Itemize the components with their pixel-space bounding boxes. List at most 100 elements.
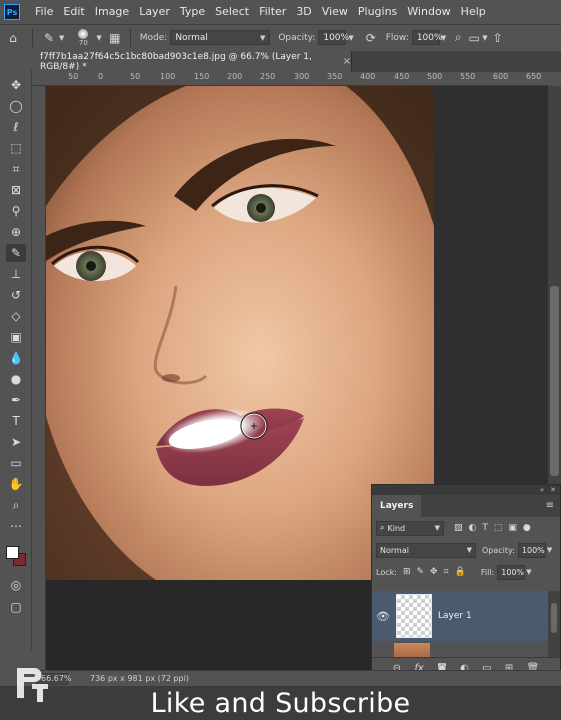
- kind-filter-value: Kind: [387, 523, 406, 533]
- rectangle-tool-icon[interactable]: ▭: [6, 454, 26, 472]
- fill-input[interactable]: 100%: [497, 564, 526, 580]
- crop-tool-icon[interactable]: ⌗: [6, 160, 26, 178]
- dodge-tool-icon[interactable]: ●: [6, 370, 26, 388]
- object-selection-tool-icon[interactable]: ⬚: [6, 139, 26, 157]
- menu-window[interactable]: Window: [402, 0, 455, 24]
- menu-view[interactable]: View: [317, 0, 353, 24]
- history-brush-tool-icon[interactable]: ↺: [6, 286, 26, 304]
- layer-name[interactable]: Layer 1: [438, 611, 472, 621]
- healing-brush-tool-icon[interactable]: ⊕: [6, 223, 26, 241]
- screen-mode-icon[interactable]: ▢: [6, 598, 26, 616]
- marquee-tool-icon[interactable]: ◯: [6, 97, 26, 115]
- menu-edit[interactable]: Edit: [58, 0, 89, 24]
- photoshop-logo[interactable]: Ps: [4, 4, 20, 20]
- workspace-icon[interactable]: ▭: [466, 31, 482, 45]
- menu-help[interactable]: Help: [456, 0, 491, 24]
- eyedropper-tool-icon[interactable]: ⚲: [6, 202, 26, 220]
- smart-object-filter-icon[interactable]: ▣: [508, 523, 517, 533]
- layer-row-layer-1[interactable]: 👁 Layer 1: [372, 591, 548, 641]
- lock-position-icon[interactable]: ✥: [430, 567, 438, 577]
- gradient-tool-icon[interactable]: ▣: [6, 328, 26, 346]
- scrollbar-thumb[interactable]: [551, 603, 557, 633]
- home-icon[interactable]: ⌂: [0, 31, 26, 45]
- chevron-down-icon[interactable]: ▼: [526, 568, 531, 576]
- banner-text: Like and Subscribe: [150, 688, 411, 719]
- menu-layer[interactable]: Layer: [134, 0, 175, 24]
- path-selection-tool-icon[interactable]: ➤: [6, 433, 26, 451]
- chevron-down-icon[interactable]: ▼: [96, 34, 101, 42]
- chevron-down-icon[interactable]: ▼: [348, 34, 353, 42]
- menu-image[interactable]: Image: [90, 0, 134, 24]
- shape-filter-icon[interactable]: ⬚: [494, 523, 503, 533]
- chevron-down-icon: ▼: [466, 546, 472, 554]
- lock-transparent-icon[interactable]: ⊞: [403, 567, 411, 577]
- menu-plugins[interactable]: Plugins: [353, 0, 402, 24]
- layers-scrollbar[interactable]: [548, 591, 560, 659]
- move-tool-icon[interactable]: ✥: [6, 76, 26, 94]
- opacity-label: Opacity:: [278, 32, 316, 43]
- lock-artboard-icon[interactable]: ⌗: [444, 567, 449, 577]
- flow-input[interactable]: 100%: [411, 30, 443, 45]
- menu-file[interactable]: File: [30, 0, 58, 24]
- foreground-color-swatch[interactable]: [6, 546, 19, 559]
- chevron-down-icon: ▼: [434, 524, 440, 532]
- panel-tab-row: Layers ≡: [372, 495, 560, 517]
- layer-opacity-input[interactable]: 100%: [517, 542, 546, 558]
- type-filter-icon[interactable]: T: [482, 523, 488, 533]
- close-icon[interactable]: ×: [343, 56, 351, 67]
- visibility-eye-icon[interactable]: 👁: [372, 610, 394, 623]
- hand-tool-icon[interactable]: ✋: [6, 475, 26, 493]
- adjustment-filter-icon[interactable]: ◐: [469, 523, 477, 533]
- collapse-icon[interactable]: «: [540, 486, 544, 494]
- menu-filter[interactable]: Filter: [254, 0, 291, 24]
- mode-select[interactable]: Normal ▼: [170, 30, 271, 45]
- lock-pixels-icon[interactable]: ✎: [416, 567, 424, 577]
- clone-stamp-tool-icon[interactable]: ⊥: [6, 265, 26, 283]
- menu-type[interactable]: Type: [175, 0, 210, 24]
- pressure-opacity-icon[interactable]: ⟳: [360, 31, 382, 45]
- options-bar: ⌂ ✎ ▼ 70 ▼ ▦ Mode: Normal ▼ Opacity: 100…: [0, 24, 561, 50]
- menu-bar: Ps File Edit Image Layer Type Select Fil…: [0, 0, 561, 24]
- chevron-down-icon[interactable]: ▼: [59, 34, 64, 42]
- scrollbar-thumb[interactable]: [550, 286, 559, 476]
- brush-size-value: 70: [78, 38, 88, 47]
- brush-preset-picker[interactable]: 70: [72, 27, 94, 49]
- brush-tool-icon[interactable]: ✎: [6, 244, 26, 262]
- close-icon[interactable]: ✕: [550, 486, 556, 494]
- blend-mode-select[interactable]: Normal ▼: [376, 542, 476, 558]
- eraser-tool-icon[interactable]: ◇: [6, 307, 26, 325]
- type-tool-icon[interactable]: T: [6, 412, 26, 430]
- opacity-input[interactable]: 100%: [318, 30, 349, 45]
- quick-mask-icon[interactable]: ◎: [6, 576, 26, 594]
- brush-settings-icon[interactable]: ▦: [106, 31, 124, 45]
- brush-tool-icon[interactable]: ✎: [39, 31, 59, 45]
- chevron-down-icon[interactable]: ▼: [482, 34, 487, 42]
- tab-layers[interactable]: Layers: [372, 495, 422, 517]
- zoom-tool-icon[interactable]: ⌕: [6, 496, 26, 514]
- chevron-down-icon[interactable]: ▼: [547, 546, 552, 554]
- lasso-tool-icon[interactable]: ℓ: [6, 118, 26, 136]
- menu-select[interactable]: Select: [210, 0, 254, 24]
- document-info[interactable]: 736 px x 981 px (72 ppi): [90, 674, 189, 683]
- lock-all-icon[interactable]: 🔒: [455, 567, 466, 577]
- filter-toggle-icon[interactable]: ●: [523, 523, 531, 533]
- search-icon[interactable]: ⌕: [450, 30, 466, 45]
- layer-thumbnail: [396, 594, 432, 638]
- frame-tool-icon[interactable]: ⊠: [6, 181, 26, 199]
- chevron-down-icon[interactable]: ▼: [441, 34, 446, 42]
- vertical-scrollbar[interactable]: [548, 86, 561, 486]
- ruler-label: 500: [427, 72, 443, 81]
- menu-3d[interactable]: 3D: [291, 0, 316, 24]
- more-tools-icon[interactable]: ⋯: [6, 517, 26, 535]
- panel-menu-icon[interactable]: ≡: [546, 500, 554, 511]
- layer-thumbnail-background[interactable]: [394, 643, 430, 657]
- tools-panel: ✥ ◯ ℓ ⬚ ⌗ ⊠ ⚲ ⊕ ✎ ⊥ ↺ ◇ ▣ 💧 ● ✒ T ➤ ▭ ✋ …: [0, 70, 32, 650]
- share-icon[interactable]: ⇧: [490, 31, 506, 45]
- pixel-filter-icon[interactable]: ▨: [454, 523, 463, 533]
- blur-tool-icon[interactable]: 💧: [6, 349, 26, 367]
- document-tab[interactable]: f7ff7b1aa27f64c5c1bc80bad903c1e8.jpg @ 6…: [32, 51, 352, 72]
- ruler-label: 50: [130, 72, 141, 81]
- lock-row: Lock: ⊞ ✎ ✥ ⌗ 🔒 Fill: 100% ▼: [372, 561, 560, 583]
- kind-filter-select[interactable]: ⌕ Kind ▼: [376, 520, 444, 536]
- pen-tool-icon[interactable]: ✒: [6, 391, 26, 409]
